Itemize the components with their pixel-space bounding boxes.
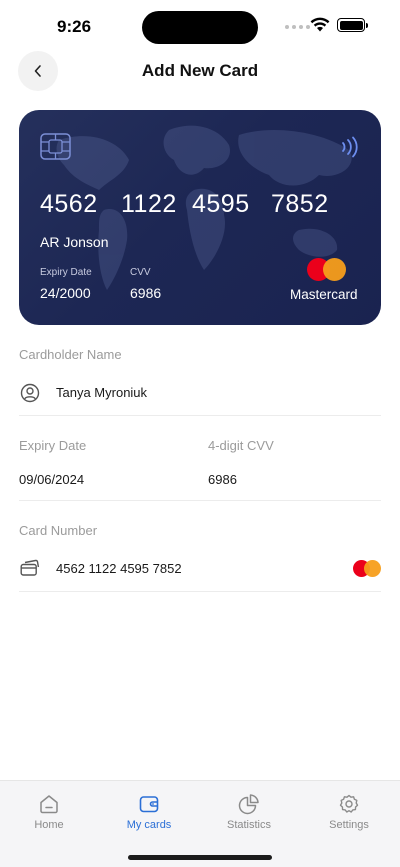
- card-expiry-label: Expiry Date: [40, 267, 92, 278]
- bottom-nav: Home My cards Statistics Settings: [0, 780, 400, 867]
- nav-home[interactable]: Home: [9, 793, 89, 831]
- status-bar: 9:26: [0, 0, 400, 54]
- nav-settings-label: Settings: [329, 819, 369, 831]
- cvv-input[interactable]: 6986: [208, 472, 237, 487]
- status-time: 9:26: [57, 17, 92, 36]
- nav-settings[interactable]: Settings: [309, 793, 389, 831]
- divider: [19, 591, 381, 592]
- nav-my-cards[interactable]: My cards: [109, 793, 189, 831]
- cardholder-label: Cardholder Name: [19, 347, 122, 362]
- mastercard-logo-icon: [307, 258, 347, 282]
- divider: [19, 500, 381, 501]
- home-indicator: [128, 855, 272, 860]
- card-icon: [20, 559, 40, 576]
- card-number-input[interactable]: 4562 1122 4595 7852: [56, 561, 182, 576]
- card-number-group: 4562: [40, 190, 98, 218]
- cardholder-name-input[interactable]: Tanya Myroniuk: [56, 385, 147, 400]
- mastercard-icon: [353, 560, 383, 577]
- battery-icon: [337, 18, 368, 32]
- nav-statistics[interactable]: Statistics: [209, 793, 289, 831]
- card-number-group: 1122: [121, 190, 177, 218]
- card-expiry-value: 24/2000: [40, 285, 91, 301]
- user-icon: [20, 383, 40, 403]
- card-cvv-label: CVV: [130, 267, 151, 278]
- card-number-group: 7852: [271, 190, 329, 218]
- expiry-date-label: Expiry Date: [19, 438, 87, 453]
- wifi-icon: [310, 17, 330, 32]
- page-title: Add New Card: [141, 61, 259, 80]
- card-holder-name: AR Jonson: [40, 234, 109, 250]
- card-cvv-value: 6986: [130, 285, 162, 301]
- card-preview: 4562 1122 4595 7852 AR Jonson Expiry Dat…: [19, 110, 381, 325]
- card-brand: Mastercard: [290, 287, 358, 302]
- home-icon: [40, 795, 58, 814]
- card-number-label: Card Number: [19, 523, 98, 538]
- dynamic-island: [142, 11, 258, 44]
- gear-icon: [339, 794, 359, 813]
- card-number-group: 4595: [192, 190, 250, 218]
- pie-chart-icon: [238, 794, 259, 815]
- nav-statistics-label: Statistics: [226, 819, 271, 831]
- expiry-date-input[interactable]: 09/06/2024: [19, 472, 84, 487]
- nav-home-label: Home: [34, 819, 64, 831]
- cvv-label: 4-digit CVV: [208, 438, 274, 453]
- signal-dots-icon: [285, 25, 310, 29]
- contactless-icon: [342, 136, 358, 158]
- divider: [19, 415, 381, 416]
- card-chip-icon: [40, 133, 71, 160]
- wallet-icon: [139, 796, 159, 813]
- nav-my-cards-label: My cards: [126, 819, 172, 831]
- card-number: 4562 1122 4595 7852: [40, 190, 329, 219]
